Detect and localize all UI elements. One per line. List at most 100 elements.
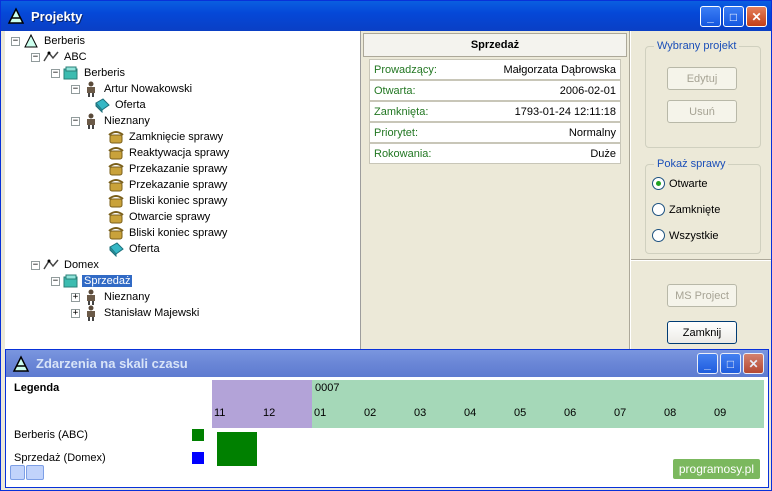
- collapse-icon[interactable]: −: [51, 276, 60, 286]
- offer-book-icon: [95, 98, 110, 113]
- month-label: 02: [364, 407, 377, 419]
- expand-icon[interactable]: +: [71, 308, 80, 318]
- group-title: Wybrany projekt: [654, 40, 740, 52]
- tree-node-person[interactable]: − Artur Nowakowski: [71, 81, 194, 97]
- radio-open[interactable]: Otwarte: [652, 177, 708, 190]
- close-window-button[interactable]: ✕: [743, 353, 764, 374]
- month-label: 04: [464, 407, 477, 419]
- person-icon: [87, 81, 95, 97]
- phone-icon: [108, 163, 124, 176]
- minimize-button[interactable]: _: [700, 6, 721, 27]
- month-label: 12: [263, 407, 276, 419]
- tree-node-event[interactable]: Bliski koniec sprawy: [105, 193, 229, 209]
- tree-node-project-selected[interactable]: − Sprzedaż: [51, 273, 133, 289]
- timeline-title-bar[interactable]: Zdarzenia na skali czasu _ □ ✕: [6, 350, 768, 377]
- tree-node-event[interactable]: Reaktywacja sprawy: [105, 145, 231, 161]
- detail-key: Prowadzący:: [374, 63, 437, 76]
- title-bar[interactable]: Projekty _ □ ✕: [1, 1, 771, 31]
- tree-node-company[interactable]: − ABC: [31, 49, 89, 65]
- radio-unchecked-icon[interactable]: [652, 229, 665, 242]
- projects-window: Projekty _ □ ✕ − Berberis − ABC − Berber…: [0, 0, 772, 491]
- tree-label: Domex: [64, 259, 99, 271]
- tree-label: Przekazanie sprawy: [129, 179, 228, 191]
- collapse-icon[interactable]: −: [71, 116, 80, 126]
- legend-row-label: Sprzedaż (Domex): [14, 452, 106, 464]
- scroll-thumb[interactable]: [26, 465, 44, 480]
- maximize-button[interactable]: □: [720, 353, 741, 374]
- tree-label: Nieznany: [104, 115, 150, 127]
- tree-label: Nieznany: [104, 291, 150, 303]
- tree-node-offer[interactable]: Oferta: [105, 241, 162, 257]
- horizontal-scrollbar[interactable]: [10, 465, 44, 480]
- tree-label: Reaktywacja sprawy: [129, 147, 230, 159]
- tree-node-person[interactable]: + Stanisław Majewski: [71, 305, 201, 321]
- person-icon: [87, 305, 95, 321]
- radio-label: Otwarte: [669, 177, 708, 190]
- radio-checked-icon[interactable]: [652, 177, 665, 190]
- radio-closed[interactable]: Zamknięte: [652, 203, 720, 216]
- scroll-left-arrow-icon[interactable]: [10, 465, 25, 480]
- radio-label: Wszystkie: [669, 229, 719, 242]
- radio-label: Zamknięte: [669, 203, 721, 216]
- collapse-icon[interactable]: −: [51, 68, 60, 78]
- legend-title: Legenda: [14, 382, 60, 394]
- tree-label: Artur Nowakowski: [104, 83, 193, 95]
- collapse-icon[interactable]: −: [11, 36, 20, 46]
- tree-node-person[interactable]: + Nieznany: [71, 289, 152, 305]
- tree-node-offer[interactable]: Oferta: [91, 97, 148, 113]
- month-label: 01: [314, 407, 327, 419]
- month-label: 08: [664, 407, 677, 419]
- actions-panel: Wybrany projekt Edytuj Usuń Pokaż sprawy…: [631, 31, 771, 349]
- tree-node-company[interactable]: − Domex: [31, 257, 101, 273]
- tree-node-person[interactable]: − Nieznany: [71, 113, 152, 129]
- tree-label: Przekazanie sprawy: [129, 163, 228, 175]
- tree-label: Otwarcie sprawy: [129, 211, 211, 223]
- app-icon: [7, 7, 25, 24]
- tree-label: Bliski koniec sprawy: [129, 227, 228, 239]
- tree-node-root[interactable]: − Berberis: [11, 33, 87, 49]
- detail-row-prognosis: Rokowania: Duże: [369, 143, 621, 164]
- tree-node-event[interactable]: Przekazanie sprawy: [105, 161, 229, 177]
- timeline-event-bar[interactable]: [217, 432, 257, 466]
- show-cases-group: Pokaż sprawy Otwarte Zamknięte Wszystkie: [645, 158, 761, 254]
- details-header: Sprzedaż: [363, 33, 627, 57]
- detail-value: Normalny: [568, 126, 616, 139]
- maximize-button[interactable]: □: [723, 6, 744, 27]
- radio-all[interactable]: Wszystkie: [652, 229, 719, 242]
- detail-row-priority: Priorytet: Normalny: [369, 122, 621, 143]
- tree-node-event[interactable]: Zamknięcie sprawy: [105, 129, 225, 145]
- company-icon: [43, 259, 59, 270]
- tree-label: ABC: [64, 51, 87, 63]
- offer-book-icon: [109, 242, 124, 257]
- ms-project-button[interactable]: MS Project: [667, 284, 737, 307]
- minimize-button[interactable]: _: [697, 353, 718, 374]
- phone-icon: [108, 227, 124, 240]
- close-window-button[interactable]: ✕: [746, 6, 767, 27]
- selected-project-group: Wybrany projekt Edytuj Usuń: [645, 40, 761, 148]
- person-icon: [87, 113, 95, 129]
- detail-row-opened: Otwarta: 2006-02-01: [369, 80, 621, 101]
- edit-button[interactable]: Edytuj: [667, 67, 737, 90]
- delete-button[interactable]: Usuń: [667, 100, 737, 123]
- person-icon: [87, 289, 95, 305]
- project-tree[interactable]: − Berberis − ABC − Berberis − Artur Nowa…: [5, 31, 361, 349]
- month-label: 07: [614, 407, 627, 419]
- expand-icon[interactable]: +: [71, 292, 80, 302]
- tree-node-project[interactable]: − Berberis: [51, 65, 127, 81]
- details-panel: Sprzedaż Prowadzący: Małgorzata Dąbrowsk…: [363, 31, 627, 349]
- tree-label: Oferta: [115, 99, 146, 111]
- month-label: 05: [514, 407, 527, 419]
- collapse-icon[interactable]: −: [31, 260, 40, 270]
- radio-unchecked-icon[interactable]: [652, 203, 665, 216]
- collapse-icon[interactable]: −: [71, 84, 80, 94]
- tree-node-event[interactable]: Otwarcie sprawy: [105, 209, 212, 225]
- collapse-icon[interactable]: −: [31, 52, 40, 62]
- legend-color-swatch: [192, 429, 204, 441]
- tree-node-event[interactable]: Bliski koniec sprawy: [105, 225, 229, 241]
- phone-icon: [108, 195, 124, 208]
- app-icon: [24, 33, 38, 48]
- tree-node-event[interactable]: Przekazanie sprawy: [105, 177, 229, 193]
- close-button[interactable]: Zamknij: [667, 321, 737, 344]
- legend-row-label: Berberis (ABC): [14, 429, 88, 441]
- detail-value: Duże: [590, 147, 616, 160]
